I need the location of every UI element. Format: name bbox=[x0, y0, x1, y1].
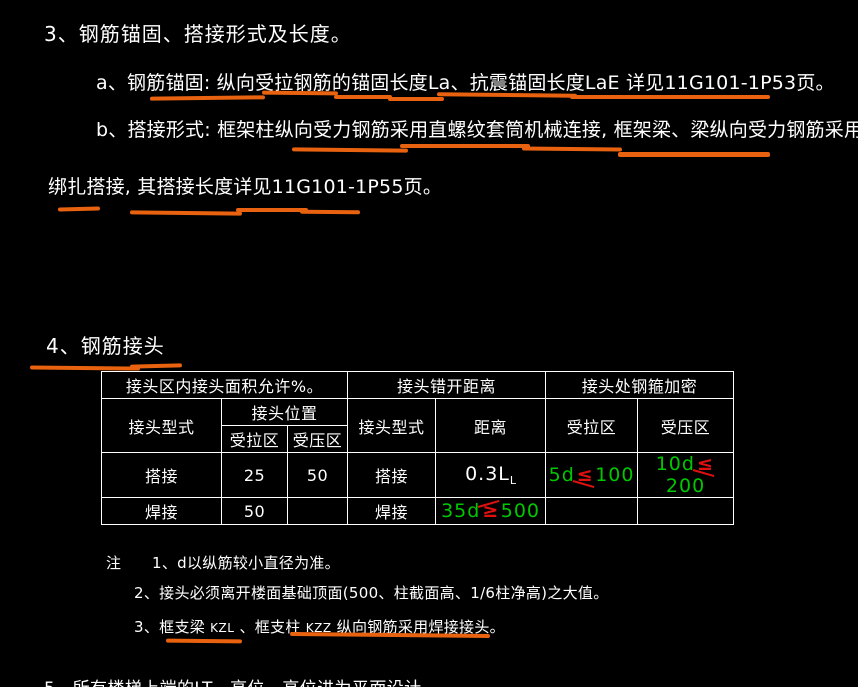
row1-compression-op-wrap: ≤ bbox=[692, 455, 715, 478]
header-tension-zone-2: 受拉区 bbox=[545, 398, 639, 453]
note-3-part1: 3、框支梁 bbox=[134, 618, 206, 636]
row2-distance: 35d ≥500 bbox=[435, 497, 547, 525]
row1-joint-type-2: 搭接 bbox=[347, 452, 437, 498]
highlight-underline-b3 bbox=[521, 146, 623, 152]
document-page: 3、钢筋锚固、搭接形式及长度。 a、钢筋锚固: 纵向受拉钢筋的锚固长度La、抗震… bbox=[0, 0, 858, 687]
table-row: 焊接 50 焊接 35d ≥500 bbox=[101, 497, 735, 525]
rebar-joint-table: 接头区内接头面积允许%。 接头错开距离 接头处钢箍加密 接头型式 接头位置 接头… bbox=[100, 371, 735, 525]
row1-compression-stirrup-value: 200 bbox=[665, 475, 706, 497]
highlight-underline-a3 bbox=[334, 95, 392, 99]
highlight-underline-a5 bbox=[436, 92, 578, 98]
paragraph-item-b-line2: 绑扎搭接, 其搭接长度详见11G101-1P55页。 bbox=[48, 176, 443, 198]
row1-compression-stirrup: 10d ≤200 bbox=[637, 452, 735, 498]
heading-section-3: 3、钢筋锚固、搭接形式及长度。 bbox=[44, 22, 352, 46]
row2-distance-op-wrap: ≥ bbox=[478, 499, 500, 521]
highlight-underline-b7 bbox=[236, 208, 308, 212]
note-3-code-kzl: KZL bbox=[210, 621, 235, 635]
paragraph-item-b-line1: b、搭接形式: 框架柱纵向受力钢筋采用直螺纹套筒机械连接, 框架梁、梁纵向受力钢… bbox=[96, 119, 858, 141]
row2-distance-main: 35d bbox=[441, 500, 481, 522]
row2-joint-type-1: 焊接 bbox=[101, 497, 222, 525]
highlight-underline-a1 bbox=[149, 95, 266, 101]
row2-compression-pct bbox=[286, 497, 349, 525]
highlight-underline-b5 bbox=[57, 206, 101, 212]
header-compression-zone: 受压区 bbox=[286, 425, 349, 453]
table-group-header-offset: 接头错开距离 bbox=[347, 371, 547, 399]
note-item-2: 2、接头必须离开楼面基础顶面(500、柱截面高、1/6柱净高)之大值。 bbox=[134, 584, 609, 602]
header-joint-type-2: 接头型式 bbox=[347, 398, 437, 453]
row1-tension-op-wrap: ≤ bbox=[572, 466, 595, 489]
header-joint-type-1: 接头型式 bbox=[101, 398, 222, 453]
row1-compression-stirrup-prefix: 10d bbox=[655, 453, 695, 475]
table-group-header-row: 接头区内接头面积允许%。 接头错开距离 接头处钢箍加密 bbox=[100, 371, 735, 399]
row1-tension-stirrup-value: 100 bbox=[595, 464, 635, 486]
row2-compression-stirrup bbox=[637, 497, 735, 525]
paragraph-item-a: a、钢筋锚固: 纵向受拉钢筋的锚固长度La、抗震锚固长度LaE 详见11G101… bbox=[96, 72, 835, 94]
row1-joint-type-1: 搭接 bbox=[101, 452, 222, 498]
highlight-underline-b1 bbox=[291, 147, 409, 153]
table-subheader-row-1: 接头型式 接头位置 接头型式 距离 受拉区 受压区 bbox=[101, 398, 735, 453]
notes-label: 注 bbox=[106, 554, 122, 572]
highlight-underline-note3a bbox=[165, 638, 243, 644]
row1-tension-stirrup-prefix: 5d bbox=[548, 464, 575, 486]
note-item-1: 1、d以纵筋较小直径为准。 bbox=[152, 554, 340, 572]
header-joint-position: 接头位置 bbox=[220, 398, 349, 426]
highlight-underline-h4 bbox=[29, 365, 141, 371]
table-group-header-area: 接头区内接头面积允许%。 bbox=[100, 371, 349, 399]
highlight-underline-a4 bbox=[388, 97, 444, 101]
highlight-underline-b2 bbox=[400, 144, 530, 148]
row1-tension-pct: 25 bbox=[221, 452, 288, 498]
row2-distance-value: 500 bbox=[500, 500, 540, 522]
row2-joint-type-2: 焊接 bbox=[347, 497, 437, 525]
header-tension-zone: 受拉区 bbox=[221, 425, 288, 453]
row1-distance-sub: L bbox=[509, 474, 517, 488]
row1-distance-main: 0.3L bbox=[465, 462, 510, 485]
header-compression-zone-2: 受压区 bbox=[637, 398, 735, 453]
row1-compression-pct: 50 bbox=[286, 452, 349, 498]
heading-section-4: 4、钢筋接头 bbox=[46, 334, 165, 358]
highlight-underline-b4 bbox=[618, 152, 770, 157]
row2-tension-stirrup bbox=[545, 497, 639, 525]
header-distance: 距离 bbox=[435, 398, 547, 453]
table-row: 搭接 25 50 搭接 0.3LL 5d ≤100 10d ≤200 bbox=[101, 452, 735, 498]
row1-distance: 0.3LL bbox=[435, 452, 547, 498]
highlight-underline-note3b bbox=[289, 631, 491, 639]
highlight-underline-b6 bbox=[129, 210, 243, 216]
row2-tension-pct: 50 bbox=[221, 497, 288, 525]
highlight-underline-a2 bbox=[261, 90, 339, 96]
table-group-header-stirrup: 接头处钢箍加密 bbox=[545, 371, 735, 399]
highlight-underline-b8 bbox=[299, 209, 361, 215]
highlight-underline-a6 bbox=[570, 95, 770, 99]
bottom-partial-line: 5、所有楼梯上端的LT、高位、高位进为平面设计... bbox=[44, 674, 439, 687]
row1-tension-stirrup: 5d ≤100 bbox=[545, 452, 639, 498]
highlight-underline-h4b bbox=[129, 363, 183, 369]
